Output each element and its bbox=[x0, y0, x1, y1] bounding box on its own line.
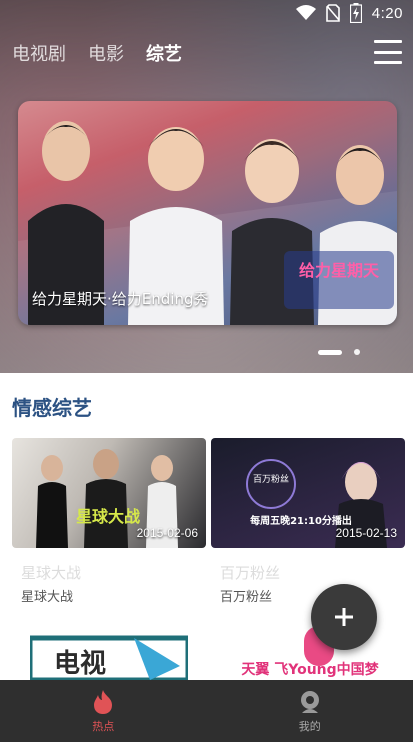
user-icon bbox=[300, 690, 319, 713]
tab-tv-series[interactable]: 电视剧 bbox=[12, 40, 66, 66]
tab-movies[interactable]: 电影 bbox=[88, 40, 124, 66]
battery-charging-icon bbox=[349, 3, 362, 23]
poster-image: 电视 bbox=[30, 635, 188, 680]
nav-item-hot[interactable]: 热点 bbox=[0, 680, 207, 742]
section-title: 情感综艺 bbox=[12, 396, 92, 420]
air-date: 2015-02-06 bbox=[136, 526, 198, 540]
plus-icon bbox=[335, 608, 353, 626]
banner-carousel[interactable]: 给力星期天 给力星期天·给力Ending秀 bbox=[18, 101, 397, 325]
status-time: 4:20 bbox=[371, 4, 403, 22]
status-bar: 4:20 bbox=[0, 0, 413, 26]
carousel-dot bbox=[354, 349, 360, 355]
show-subtitle: 百万粉丝 bbox=[220, 590, 273, 605]
carousel-indicator bbox=[318, 349, 360, 355]
show-card-1[interactable]: 星球大战 2015-02-06 bbox=[12, 438, 206, 548]
hamburger-menu-icon[interactable] bbox=[374, 40, 402, 64]
show-card-3[interactable]: 电视 bbox=[30, 626, 188, 680]
nav-label-hot: 热点 bbox=[92, 719, 115, 733]
flame-icon bbox=[94, 689, 113, 714]
svg-text:给力星期天: 给力星期天 bbox=[299, 261, 380, 280]
wifi-icon bbox=[295, 5, 316, 21]
show-logo: 给力星期天 bbox=[284, 251, 394, 309]
category-tabs: 电视剧 电影 综艺 bbox=[12, 38, 182, 68]
show-card-2[interactable]: 百万粉丝 每周五晚21:10分播出 2015-02-13 bbox=[211, 438, 405, 548]
svg-text:星球大战: 星球大战 bbox=[76, 507, 140, 526]
svg-text:百万粉丝: 百万粉丝 bbox=[253, 473, 289, 485]
banner-caption: 给力星期天·给力Ending秀 bbox=[32, 290, 209, 308]
nav-label-mine: 我的 bbox=[298, 719, 321, 733]
add-button[interactable] bbox=[311, 584, 377, 650]
nav-item-mine[interactable]: 我的 bbox=[207, 680, 413, 742]
show-title[interactable]: 百万粉丝 bbox=[220, 562, 280, 583]
show-title[interactable]: 星球大战 bbox=[21, 562, 81, 583]
tab-variety[interactable]: 综艺 bbox=[146, 40, 182, 66]
air-date: 2015-02-13 bbox=[335, 526, 397, 540]
show-subtitle: 星球大战 bbox=[21, 590, 74, 605]
svg-text:电视: 电视 bbox=[54, 649, 106, 679]
carousel-dot-active bbox=[318, 349, 342, 355]
svg-text:天翼 飞Young中国梦: 天翼 飞Young中国梦 bbox=[241, 661, 379, 678]
no-sim-icon bbox=[325, 4, 340, 22]
bottom-navigation: 热点 我的 bbox=[0, 680, 413, 742]
